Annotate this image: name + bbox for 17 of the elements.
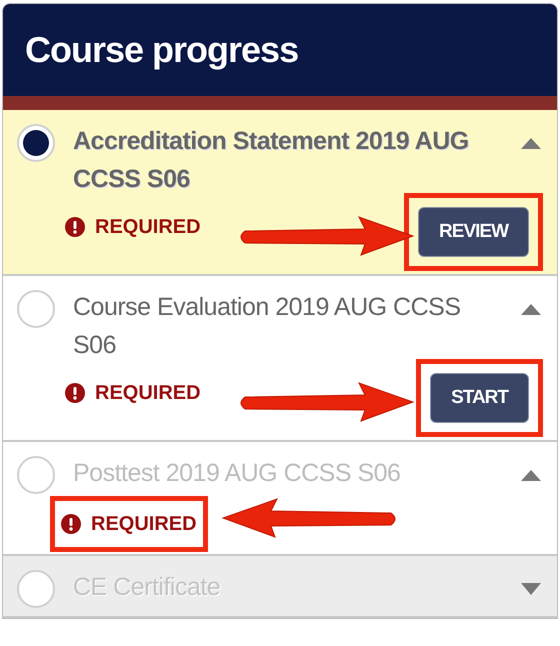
item-title[interactable]: Course Evaluation 2019 AUG CCSS S06 <box>73 288 509 364</box>
alert-icon <box>65 383 85 403</box>
action-button[interactable]: REVIEW <box>418 207 529 257</box>
caret-icon[interactable] <box>519 302 543 316</box>
caret-icon[interactable] <box>519 468 543 482</box>
radio-button[interactable] <box>17 124 55 162</box>
required-label: REQUIRED <box>91 512 197 537</box>
panel-title: Course progress <box>25 28 298 72</box>
required-label: REQUIRED <box>95 215 201 240</box>
radio-button[interactable] <box>17 456 55 494</box>
alert-icon <box>61 514 81 534</box>
action-button[interactable]: START <box>430 373 529 423</box>
item-title[interactable]: Accreditation Statement 2019 AUG CCSS S06 <box>73 122 509 198</box>
radio-button[interactable] <box>17 290 55 328</box>
caret-icon[interactable] <box>519 136 543 150</box>
required-label: REQUIRED <box>95 381 201 406</box>
alert-icon <box>65 217 85 237</box>
